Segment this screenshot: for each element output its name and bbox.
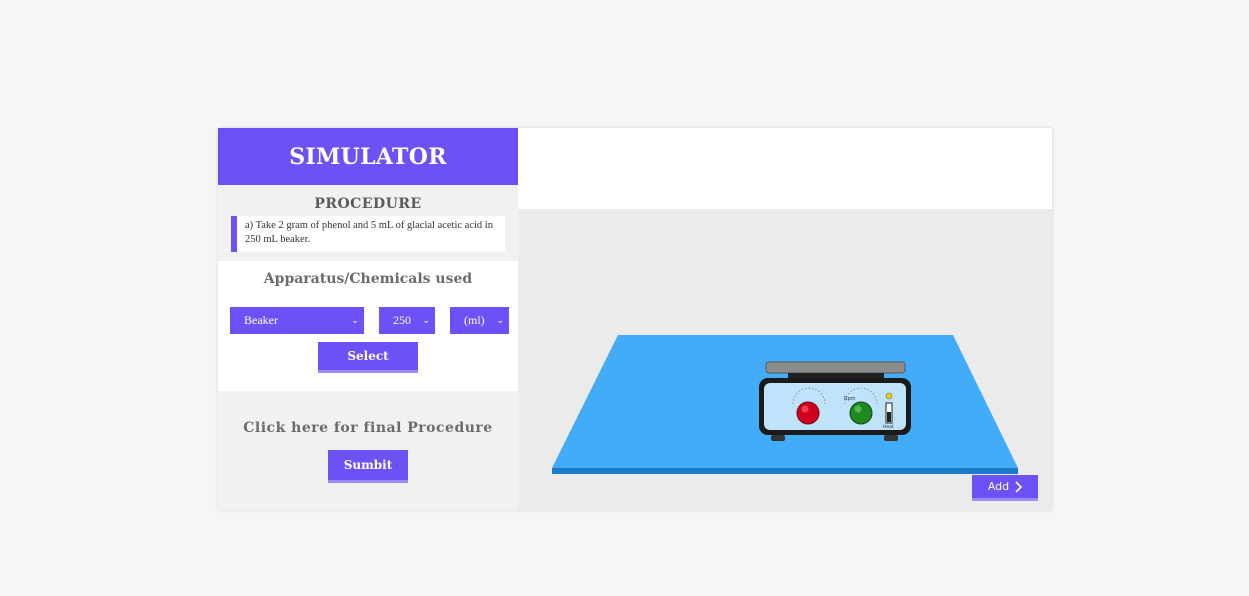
chevron-right-icon (1015, 480, 1023, 493)
apparatus-select-value: Beaker (244, 313, 278, 327)
procedure-step: a) Take 2 gram of phenol and 5 mL of gla… (231, 216, 505, 252)
apparatus-panel: Apparatus/Chemicals used Beaker ⌄ 250 ⌄ … (218, 261, 518, 391)
lab-scene: Rpm Heat (552, 335, 1018, 474)
rpm-label: Rpm (844, 396, 856, 402)
select-button[interactable]: Select (318, 342, 418, 373)
lab-table-edge (552, 468, 1018, 474)
heat-label: Heat (883, 424, 894, 430)
temperature-knob[interactable] (796, 401, 820, 425)
indicator-light (885, 392, 893, 400)
final-procedure-link[interactable]: Click here for final Procedure (218, 420, 518, 436)
left-panel: SIMULATOR PROCEDURE a) Take 2 gram of ph… (218, 128, 518, 510)
size-select[interactable]: 250 ⌄ (379, 307, 435, 334)
add-button[interactable]: Add (972, 475, 1038, 501)
knob-highlight-icon (801, 405, 809, 413)
unit-select[interactable]: (ml) ⌄ (450, 307, 509, 334)
knob-highlight-icon (854, 405, 862, 413)
submit-button[interactable]: Sumbit (328, 450, 408, 483)
apparatus-title: Apparatus/Chemicals used (263, 271, 473, 287)
size-select-value: 250 (393, 313, 411, 327)
procedure-title: PROCEDURE (314, 196, 422, 212)
heat-switch-lever (887, 412, 891, 422)
hot-plate-panel (764, 383, 906, 430)
add-button-label: Add (987, 480, 1010, 493)
rpm-knob[interactable] (849, 401, 873, 425)
apparatus-select[interactable]: Beaker ⌄ (230, 307, 364, 334)
simulator-title: SIMULATOR (218, 128, 518, 185)
hot-plate-foot-left (771, 435, 785, 441)
hot-plate-top (765, 361, 906, 374)
simulation-area: Rpm Heat Add (518, 128, 1052, 510)
hot-plate-foot-right (884, 435, 898, 441)
simulator-window: SIMULATOR PROCEDURE a) Take 2 gram of ph… (218, 128, 1052, 510)
chevron-down-icon: ⌄ (351, 315, 359, 325)
chevron-down-icon: ⌄ (422, 315, 430, 325)
hot-plate-neck (788, 373, 884, 378)
unit-select-value: (ml) (464, 313, 485, 327)
chevron-down-icon: ⌄ (496, 315, 504, 325)
